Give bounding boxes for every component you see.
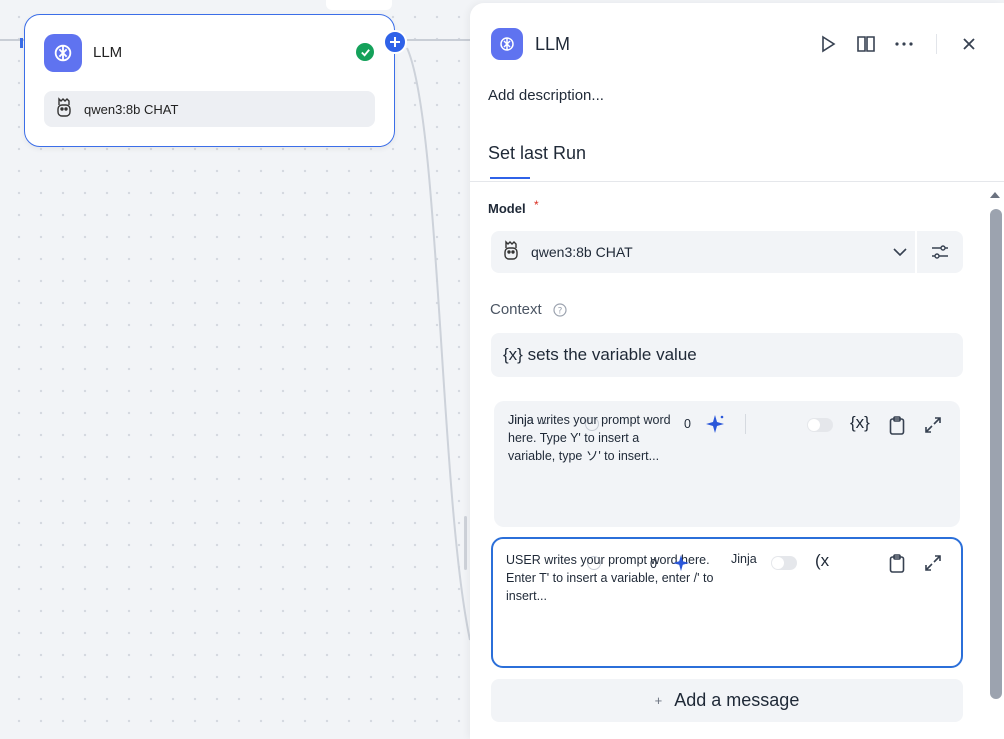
chevron-down-icon[interactable] — [885, 248, 915, 256]
llm-node[interactable]: LLM qwen3:8b CHAT — [24, 14, 395, 147]
clipboard-icon[interactable] — [886, 552, 908, 574]
clipboard-icon[interactable] — [886, 414, 908, 436]
add-message-button[interactable]: + Add a message — [491, 679, 963, 722]
sliders-icon[interactable] — [917, 231, 963, 273]
close-icon[interactable] — [958, 33, 980, 55]
book-icon[interactable] — [855, 33, 877, 55]
sparkle-icon[interactable] — [705, 414, 725, 439]
expand-icon[interactable] — [922, 414, 944, 436]
more-icon[interactable] — [893, 33, 915, 55]
svg-text:?: ? — [558, 307, 563, 317]
node-model-label: qwen3:8b CHAT — [84, 101, 179, 117]
model-select[interactable]: qwen3:8b CHAT — [491, 231, 915, 273]
help-icon[interactable]: ? — [553, 303, 567, 322]
check-icon — [356, 43, 374, 61]
toolbar-chip — [326, 0, 392, 10]
description-input[interactable]: Add description... — [488, 87, 604, 104]
token-count: 0 — [684, 417, 691, 431]
model-label: Model — [488, 201, 526, 216]
add-message-label: Add a message — [674, 690, 800, 710]
user-prompt-editor[interactable]: USER writes your prompt word here. Enter… — [491, 537, 963, 668]
expand-icon[interactable] — [922, 552, 944, 574]
panel-title[interactable]: LLM — [535, 34, 570, 55]
tab-active-indicator — [490, 177, 530, 179]
insert-variable-button[interactable]: (x — [815, 551, 829, 571]
user-prompt-placeholder: USER writes your prompt word here. Enter… — [506, 553, 714, 603]
jinja-label: Jinja — [731, 552, 757, 566]
model-select-value: qwen3:8b CHAT — [531, 244, 633, 260]
header-divider — [936, 34, 937, 54]
toolbar-divider — [745, 414, 746, 434]
node-handle-left[interactable] — [20, 38, 23, 48]
play-icon[interactable] — [817, 33, 839, 55]
system-prompt-placeholder: Jinja writes your prompt word here. Type… — [508, 413, 671, 463]
jinja-toggle[interactable] — [807, 418, 833, 432]
system-prompt-editor[interactable]: Jinja ... Jinja writes your prompt word … — [494, 401, 960, 527]
llama-icon — [54, 96, 74, 123]
llm-brain-icon — [44, 34, 82, 72]
context-variable-input[interactable]: {x} sets the variable value — [491, 333, 963, 377]
tab-set-last-run[interactable]: Set last Run — [488, 143, 586, 164]
node-title: LLM — [93, 44, 123, 61]
token-count: 0 — [650, 557, 657, 571]
llm-brain-icon — [491, 28, 523, 60]
scroll-up-arrow-icon[interactable] — [989, 186, 1001, 204]
node-model-chip: qwen3:8b CHAT — [44, 91, 375, 127]
insert-variable-button[interactable]: {x} — [850, 413, 870, 433]
plus-icon: + — [654, 693, 663, 708]
panel-resize-handle[interactable] — [464, 516, 467, 570]
tab-divider — [470, 181, 1004, 182]
node-config-panel: LLM Add description... Set last Run Mode… — [470, 3, 1004, 739]
sparkle-icon[interactable] — [672, 554, 690, 577]
jinja-toggle[interactable] — [771, 556, 797, 570]
add-node-button[interactable] — [383, 30, 407, 54]
context-label: Context — [490, 301, 542, 318]
required-mark: * — [534, 198, 539, 212]
panel-scrollbar[interactable] — [990, 209, 1002, 699]
llama-icon — [501, 239, 521, 266]
